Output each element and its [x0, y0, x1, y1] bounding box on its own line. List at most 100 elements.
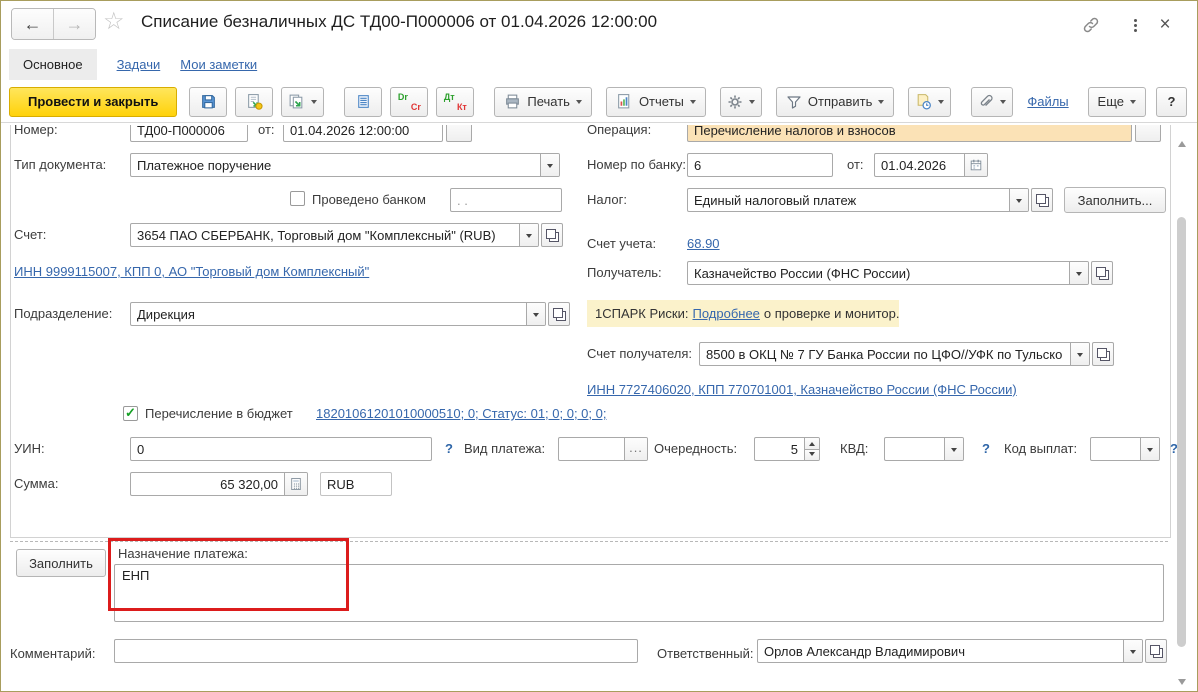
bank-number-field[interactable]: 6: [687, 153, 833, 177]
dropdown-caret-icon: [311, 100, 318, 107]
tab-main[interactable]: Основное: [9, 48, 97, 80]
tab-my-notes[interactable]: Мои заметки: [180, 57, 257, 72]
operation-select-button[interactable]: [1135, 125, 1161, 142]
bank-posted-checkbox[interactable]: [290, 191, 305, 206]
dtkt-button[interactable]: Дт Кт: [436, 86, 475, 117]
number-label: Номер:: [14, 125, 58, 137]
bank-date-field[interactable]: 01.04.2026: [874, 153, 988, 177]
print-button[interactable]: Печать: [494, 86, 592, 117]
print-label: Печать: [527, 94, 570, 109]
purpose-fill-button[interactable]: Заполнить: [16, 549, 106, 577]
bank-date-label: от:: [847, 157, 864, 172]
payer-inn-link[interactable]: ИНН 9999115007, КПП 0, АО "Торговый дом …: [14, 264, 369, 279]
account-label: Счет:: [14, 227, 47, 242]
register-records-button[interactable]: [344, 86, 383, 117]
payee-inn-link[interactable]: ИНН 7727406020, КПП 770701001, Казначейс…: [587, 382, 1017, 397]
responsible-open-button[interactable]: [1145, 639, 1167, 663]
vertical-scrollbar[interactable]: [1175, 129, 1190, 687]
payment-kind-field[interactable]: ...: [558, 437, 648, 461]
number-date-calendar-button[interactable]: [446, 125, 472, 142]
close-button[interactable]: ×: [1153, 13, 1177, 37]
responsible-combo[interactable]: Орлов Александр Владимирович: [757, 639, 1143, 663]
number-date-field[interactable]: 01.04.2026 12:00:00: [283, 125, 443, 142]
page-title: Списание безналичных ДС ТД00-П000006 от …: [141, 12, 658, 31]
calendar-button[interactable]: [964, 154, 987, 176]
combo-arrow-icon[interactable]: [526, 303, 545, 325]
payee-account-open-button[interactable]: [1092, 342, 1114, 366]
priority-stepper[interactable]: 5: [754, 437, 820, 461]
reminder-button[interactable]: [908, 86, 952, 117]
create-based-on-button[interactable]: [281, 86, 325, 117]
operation-field[interactable]: Перечисление налогов и взносов: [687, 125, 1132, 142]
account-combo[interactable]: 3654 ПАО СБЕРБАНК, Торговый дом "Комплек…: [130, 223, 539, 247]
send-button[interactable]: Отправить: [775, 86, 895, 117]
amount-field[interactable]: 65 320,00: [130, 472, 308, 496]
drcr-button[interactable]: Dr Cr: [390, 86, 429, 117]
combo-arrow-icon[interactable]: [1069, 262, 1088, 284]
doc-type-combo[interactable]: Платежное поручение: [130, 153, 560, 177]
stepper-down-icon[interactable]: [805, 449, 819, 460]
files-link[interactable]: Файлы: [1027, 94, 1068, 109]
tax-combo[interactable]: Единый налоговый платеж: [687, 188, 1029, 212]
reports-label: Отчеты: [638, 94, 684, 109]
payout-code-combo[interactable]: [1090, 437, 1160, 461]
spark-prefix: 1СПАРК Риски:: [595, 306, 689, 321]
department-open-button[interactable]: [548, 302, 570, 326]
splitter[interactable]: [10, 541, 1168, 542]
kvd-help-icon[interactable]: ?: [982, 441, 990, 456]
reports-icon: [618, 94, 630, 109]
purpose-label: Назначение платежа:: [118, 546, 248, 561]
reports-button[interactable]: Отчеты: [605, 86, 706, 117]
purpose-textarea[interactable]: ЕНП: [114, 564, 1164, 622]
tax-open-button[interactable]: [1031, 188, 1053, 212]
window-menu-button[interactable]: [1123, 13, 1147, 37]
bank-posted-date-field[interactable]: . .: [450, 188, 562, 212]
tab-tasks[interactable]: Задачи: [117, 57, 161, 72]
stepper-up-icon[interactable]: [805, 438, 819, 450]
calculator-button[interactable]: [284, 473, 307, 495]
combo-arrow-icon[interactable]: [1123, 640, 1142, 662]
open-icon: [1035, 193, 1049, 207]
post-and-close-button[interactable]: Провести и закрыть: [9, 86, 178, 117]
favorite-star-icon[interactable]: ☆: [103, 8, 125, 37]
save-button[interactable]: [189, 86, 228, 117]
back-button[interactable]: ←: [12, 9, 53, 39]
payee-combo[interactable]: Казначейство России (ФНС России): [687, 261, 1089, 285]
scroll-up-icon[interactable]: [1178, 141, 1186, 147]
combo-arrow-icon[interactable]: [1009, 189, 1028, 211]
scroll-down-icon[interactable]: [1178, 679, 1186, 685]
accounting-account-label: Счет учета:: [587, 236, 657, 251]
budget-details-link[interactable]: 18201061201010000510; 0; Статус: 01; 0; …: [316, 406, 606, 421]
payment-kind-select-button[interactable]: ...: [624, 438, 647, 460]
accounting-account-link[interactable]: 68.90: [687, 236, 720, 251]
combo-arrow-icon[interactable]: [540, 154, 559, 176]
attachments-button[interactable]: [971, 86, 1014, 117]
combo-arrow-icon[interactable]: [1140, 438, 1159, 460]
combo-arrow-icon[interactable]: [1070, 343, 1089, 365]
open-icon: [545, 228, 559, 242]
uin-field[interactable]: 0: [130, 437, 432, 461]
spark-details-link[interactable]: Подробнее: [692, 306, 759, 321]
comment-field[interactable]: [114, 639, 638, 663]
dropdown-caret-icon: [575, 100, 582, 107]
more-button[interactable]: Еще: [1087, 86, 1146, 117]
combo-arrow-icon[interactable]: [519, 224, 538, 246]
uin-help-icon[interactable]: ?: [445, 441, 453, 456]
number-field[interactable]: ТД00-П000006: [130, 125, 248, 142]
budget-transfer-checkbox[interactable]: ✓: [123, 406, 138, 421]
document-window: ← → ☆ Списание безналичных ДС ТД00-П0000…: [0, 0, 1198, 692]
tax-fill-button[interactable]: Заполнить...: [1064, 187, 1166, 213]
payee-account-combo[interactable]: 8500 в ОКЦ № 7 ГУ Банка России по ЦФО//У…: [699, 342, 1090, 366]
settings-button[interactable]: [719, 86, 762, 117]
kvd-combo[interactable]: [884, 437, 964, 461]
department-combo[interactable]: Дирекция: [130, 302, 546, 326]
payee-open-button[interactable]: [1091, 261, 1113, 285]
post-document-button[interactable]: [235, 86, 274, 117]
help-button[interactable]: ?: [1156, 86, 1187, 117]
check-icon: ✓: [125, 405, 136, 420]
get-link-button[interactable]: [1079, 13, 1103, 37]
scrollbar-thumb[interactable]: [1177, 217, 1186, 647]
combo-arrow-icon[interactable]: [944, 438, 963, 460]
account-open-button[interactable]: [541, 223, 563, 247]
forward-button[interactable]: →: [53, 9, 95, 39]
